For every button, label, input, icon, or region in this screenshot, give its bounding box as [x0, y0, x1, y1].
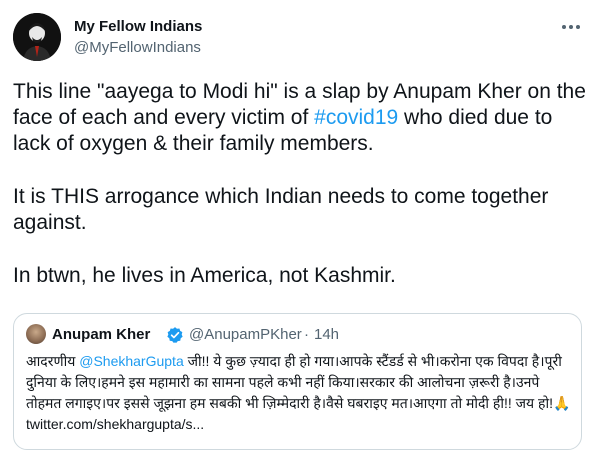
- folded-hands-emoji: 🙏: [553, 395, 571, 411]
- author-display-name[interactable]: My Fellow Indians: [74, 18, 202, 35]
- quoted-author-avatar[interactable]: [26, 324, 46, 344]
- mention-link[interactable]: @ShekharGupta: [79, 353, 184, 369]
- tweet-paragraph: This line "aayega to Modi hi" is a slap …: [13, 79, 588, 157]
- more-options-icon[interactable]: [560, 19, 582, 35]
- quoted-tweet-timestamp[interactable]: 14h: [314, 326, 339, 343]
- verified-badge-icon: [166, 326, 184, 344]
- tweet-card: My Fellow Indians @MyFellowIndians This …: [0, 0, 596, 463]
- quoted-author-handle[interactable]: @AnupamPKher: [189, 326, 302, 343]
- tweet-text: This line "aayega to Modi hi" is a slap …: [13, 79, 588, 289]
- quoted-tweet-text: आदरणीय @ShekharGupta जी!! ये कुछ ज़्यादा…: [26, 351, 574, 435]
- quoted-tweet-link[interactable]: twitter.com/shekhargupta/s...: [26, 416, 204, 432]
- hashtag-link[interactable]: #covid19: [314, 106, 398, 129]
- quoted-author-display-name[interactable]: Anupam Kher: [52, 326, 150, 343]
- quoted-text-segment: आदरणीय: [26, 353, 80, 369]
- author-avatar[interactable]: [13, 13, 61, 61]
- tweet-paragraph: In btwn, he lives in America, not Kashmi…: [13, 264, 396, 287]
- quoted-tweet-card[interactable]: Anupam Kher @AnupamPKher · 14h आदरणीय @S…: [13, 313, 582, 450]
- author-handle[interactable]: @MyFellowIndians: [74, 39, 201, 56]
- tweet-paragraph: It is THIS arrogance which Indian needs …: [13, 185, 549, 234]
- author-avatar-image: [13, 13, 61, 61]
- separator-dot: ·: [304, 326, 309, 343]
